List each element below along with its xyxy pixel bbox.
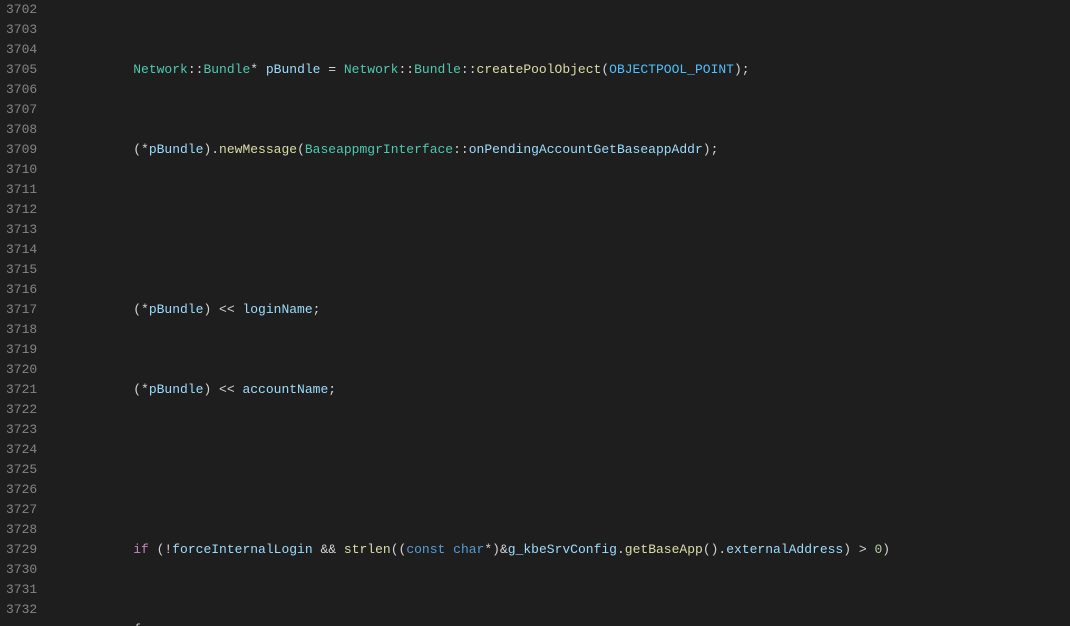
line-number: 3705 — [6, 60, 37, 80]
line-number: 3726 — [6, 480, 37, 500]
line-number: 3715 — [6, 260, 37, 280]
var-token: g_kbeSrvConfig — [508, 542, 617, 557]
var-token: accountName — [242, 382, 328, 397]
line-number: 3713 — [6, 220, 37, 240]
fn-token: strlen — [344, 542, 391, 557]
line-number: 3708 — [6, 120, 37, 140]
line-number: 3710 — [6, 160, 37, 180]
line-number: 3729 — [6, 540, 37, 560]
type-token: BaseappmgrInterface — [305, 142, 453, 157]
line-number: 3723 — [6, 420, 37, 440]
line-number-gutter: 3702370337043705370637073708370937103711… — [0, 0, 47, 626]
line-number: 3730 — [6, 560, 37, 580]
var-token: pBundle — [149, 382, 204, 397]
line-number: 3720 — [6, 360, 37, 380]
line-number: 3721 — [6, 380, 37, 400]
line-number: 3727 — [6, 500, 37, 520]
line-number: 3711 — [6, 180, 37, 200]
line-number: 3725 — [6, 460, 37, 480]
line-number: 3703 — [6, 20, 37, 40]
line-number: 3714 — [6, 240, 37, 260]
keyword-token: if — [133, 542, 149, 557]
var-token: onPendingAccountGetBaseappAddr — [469, 142, 703, 157]
var-token: pBundle — [149, 142, 204, 157]
type-token: Bundle — [414, 62, 461, 77]
line-number: 3702 — [6, 0, 37, 20]
keyword-token: char — [453, 542, 484, 557]
line-number: 3707 — [6, 100, 37, 120]
line-number: 3728 — [6, 520, 37, 540]
type-token: Bundle — [203, 62, 250, 77]
var-token: pBundle — [266, 62, 321, 77]
var-token: forceInternalLogin — [172, 542, 312, 557]
line-number: 3719 — [6, 340, 37, 360]
type-token: Network — [344, 62, 399, 77]
line-number: 3704 — [6, 40, 37, 60]
line-number: 3732 — [6, 600, 37, 620]
line-number: 3709 — [6, 140, 37, 160]
code-editor[interactable]: 3702370337043705370637073708370937103711… — [0, 0, 1070, 626]
fn-token: newMessage — [219, 142, 297, 157]
var-token: pBundle — [149, 302, 204, 317]
line-number: 3717 — [6, 300, 37, 320]
line-number: 3716 — [6, 280, 37, 300]
line-number: 3731 — [6, 580, 37, 600]
line-number: 3722 — [6, 400, 37, 420]
line-number: 3712 — [6, 200, 37, 220]
code-area[interactable]: Network::Bundle* pBundle = Network::Bund… — [47, 0, 1070, 626]
line-number: 3706 — [6, 80, 37, 100]
line-number: 3724 — [6, 440, 37, 460]
var-token: externalAddress — [726, 542, 843, 557]
fn-token: getBaseApp — [625, 542, 703, 557]
line-number: 3718 — [6, 320, 37, 340]
var-token: loginName — [242, 302, 312, 317]
const-token: OBJECTPOOL_POINT — [609, 62, 734, 77]
fn-token: createPoolObject — [477, 62, 602, 77]
keyword-token: const — [406, 542, 445, 557]
type-token: Network — [133, 62, 188, 77]
